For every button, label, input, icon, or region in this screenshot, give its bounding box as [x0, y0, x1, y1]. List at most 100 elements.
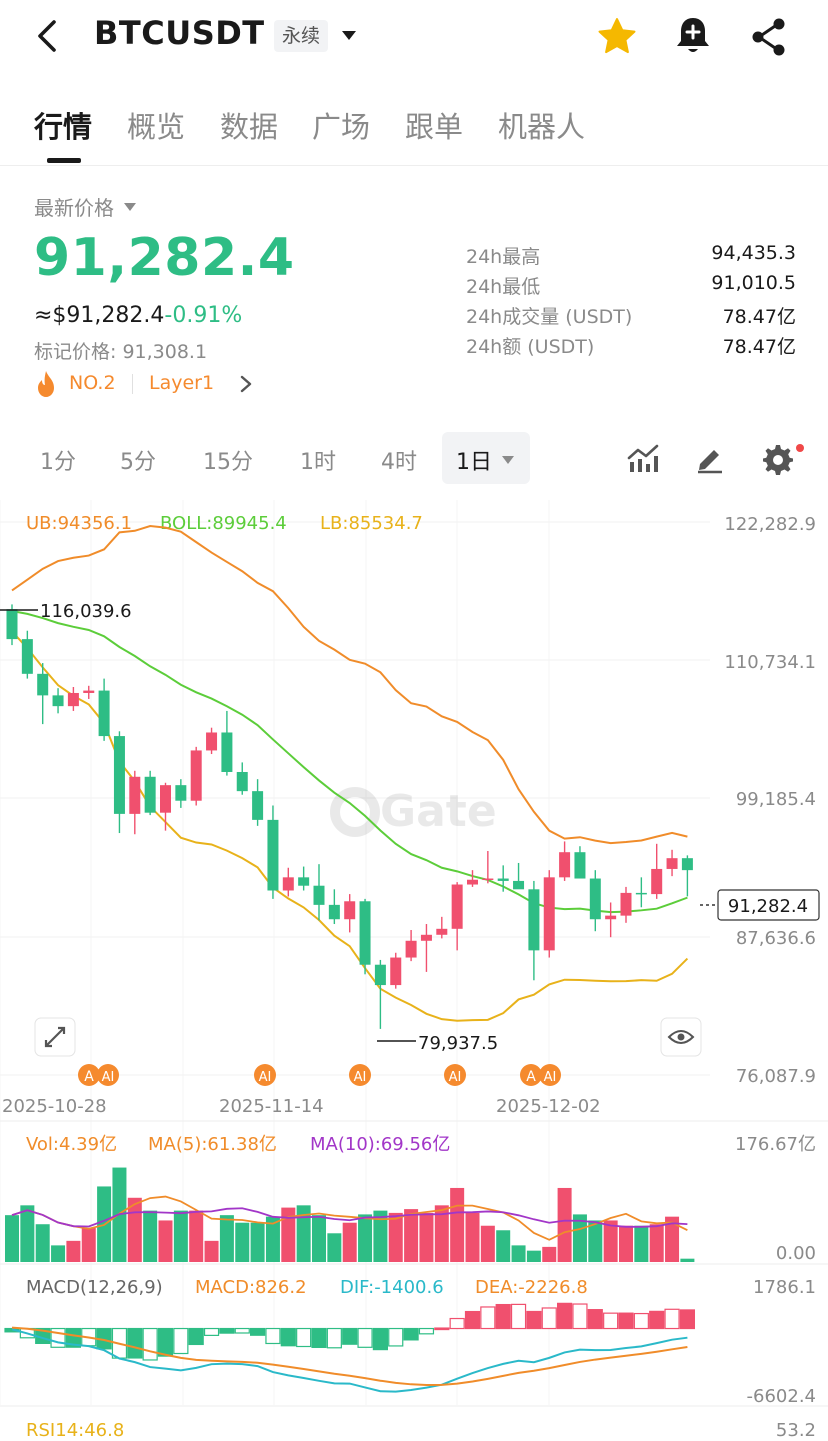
volume-bar [511, 1245, 526, 1262]
low-marker-label: 79,937.5 [418, 1033, 498, 1054]
kline-chart-canvas[interactable]: Gate UB:94356.1 BOLL:89945.4 LB:85534.7 … [0, 500, 828, 1441]
ai-badge-text: AI [354, 1070, 367, 1085]
candle-body [543, 877, 555, 951]
vol-axis-label: 176.67亿 [735, 1134, 816, 1155]
stat-value: 94,435.3 [711, 242, 796, 264]
macd-bar [526, 1310, 542, 1330]
interval-15m[interactable]: 15分 [203, 444, 253, 476]
candle-body [344, 901, 356, 920]
candle-body [328, 904, 340, 920]
macd-bar [265, 1327, 281, 1345]
candle-body [190, 750, 202, 801]
chevron-right-icon[interactable] [239, 374, 253, 394]
active-tab-indicator [47, 158, 81, 163]
stat-row: 24h额 (USDT) 78.47亿 [466, 330, 796, 360]
macd-bar [342, 1327, 358, 1345]
mark-price: 标记价格: 91,308.1 [34, 337, 207, 364]
caret-down-icon[interactable] [502, 456, 514, 464]
ai-badge-text: AI [259, 1070, 272, 1085]
stat-value: 78.47亿 [722, 306, 796, 328]
candle-body [451, 884, 463, 929]
candle-body [467, 879, 478, 885]
date-axis-label: 2025-12-02 [496, 1096, 601, 1117]
fullscreen-expand-icon[interactable] [34, 1017, 76, 1057]
volume-bar [250, 1222, 265, 1262]
rsi-axis-label: 53.2 [776, 1420, 816, 1441]
ai-badge-text: A [84, 1069, 94, 1085]
stat-value: 91,010.5 [711, 272, 796, 294]
volume-bar [404, 1209, 419, 1262]
drawing-pencil-icon[interactable] [694, 442, 726, 474]
volume-bar [219, 1215, 234, 1262]
kline-chart[interactable]: Gate UB:94356.1 BOLL:89945.4 LB:85534.7 … [0, 500, 828, 1441]
tab-overview[interactable]: 概览 [127, 104, 185, 146]
candle-body [206, 732, 218, 751]
vol-legend: Vol:4.39亿 [26, 1134, 117, 1155]
volume-bar [173, 1210, 188, 1262]
macd-value-legend: MACD:826.2 [195, 1277, 307, 1298]
volume-bar [204, 1240, 219, 1262]
volume-bar [557, 1187, 572, 1262]
volume-bar [388, 1212, 403, 1262]
caret-down-icon[interactable] [124, 203, 136, 211]
volume-bars [5, 1167, 695, 1262]
rsi-legend: RSI14:46.8 [26, 1420, 124, 1441]
candle-body [405, 940, 417, 958]
volume-bar [20, 1205, 35, 1262]
back-arrow-icon[interactable] [30, 16, 66, 56]
caret-down-icon[interactable] [340, 28, 358, 42]
tab-data[interactable]: 数据 [220, 104, 278, 146]
price-axis-label: 99,185.4 [736, 789, 816, 810]
volume-bar [419, 1212, 434, 1262]
interval-1h[interactable]: 1时 [300, 444, 336, 476]
macd-bar [633, 1312, 649, 1330]
top-header: BTCUSDT 永续 [0, 0, 828, 76]
tab-bots[interactable]: 机器人 [498, 104, 585, 146]
tab-square[interactable]: 广场 [312, 104, 370, 146]
watermark-text: Gate [380, 786, 497, 837]
volume-bar [588, 1220, 603, 1262]
section-tabs: 行情 概览 数据 广场 跟单 机器人 [0, 96, 828, 166]
candle-body [482, 878, 494, 881]
interval-5m[interactable]: 5分 [120, 444, 156, 476]
macd-legend: MACD(12,26,9) [26, 1277, 163, 1298]
latest-price-label[interactable]: 最新价格 [34, 192, 114, 221]
candles-group [6, 604, 693, 1029]
dea-legend: DEA:-2226.8 [475, 1277, 588, 1298]
volume-bar [5, 1215, 19, 1262]
candle-body [83, 690, 95, 693]
pair-title[interactable]: BTCUSDT [94, 14, 265, 52]
price-change-percent: -0.91% [164, 303, 243, 328]
candle-body [513, 880, 525, 890]
macd-bar [418, 1327, 435, 1335]
volume-bar [542, 1246, 557, 1262]
share-icon[interactable] [748, 16, 790, 58]
macd-bar [157, 1327, 174, 1357]
volume-bar [327, 1233, 342, 1262]
indicator-icon[interactable] [626, 442, 660, 474]
interval-1d[interactable]: 1日 [456, 444, 492, 476]
macd-bar [603, 1312, 619, 1330]
macd-bar [495, 1303, 511, 1330]
volume-bar [81, 1228, 96, 1262]
stat-row: 24h最低 91,010.5 [466, 270, 796, 300]
eye-visibility-icon[interactable] [660, 1017, 702, 1057]
candle-body [129, 776, 141, 814]
price-axis-label: 122,282.9 [724, 514, 816, 535]
price-alert-bell-icon[interactable] [672, 14, 714, 58]
settings-gear-icon[interactable] [760, 442, 794, 476]
macd-bar [173, 1327, 189, 1355]
star-favorite-icon[interactable] [596, 16, 638, 56]
tab-market[interactable]: 行情 [34, 104, 92, 146]
candle-body [37, 673, 49, 696]
flame-icon [38, 371, 54, 397]
interval-1m[interactable]: 1分 [40, 444, 76, 476]
legend-ub: UB:94356.1 [26, 513, 132, 534]
tab-copy-trading[interactable]: 跟单 [405, 104, 463, 146]
macd-bar [679, 1309, 696, 1330]
candle-body [98, 690, 110, 737]
category-tag[interactable]: Layer1 [149, 372, 214, 394]
interval-4h[interactable]: 4时 [381, 444, 417, 476]
notification-dot [796, 444, 804, 452]
candle-body [574, 852, 586, 879]
